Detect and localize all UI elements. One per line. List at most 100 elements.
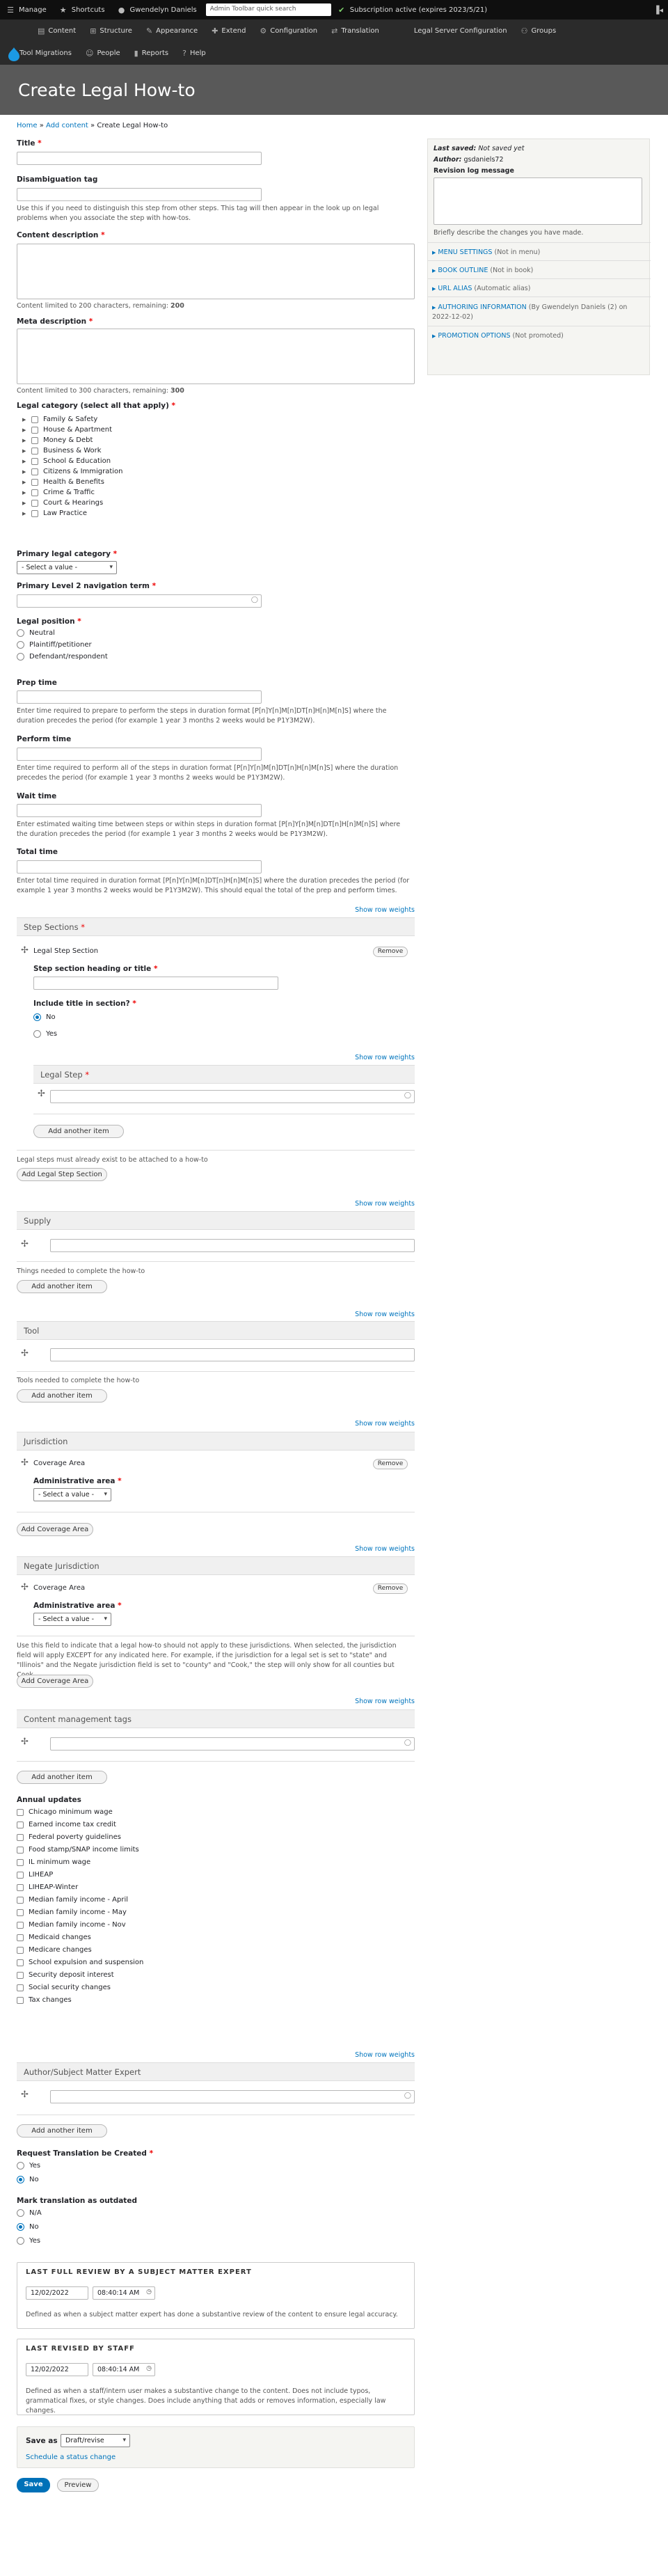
drag-handle-icon[interactable]: ✢ [21, 1737, 29, 1747]
show-row-weights-link[interactable]: Show row weights [355, 2051, 415, 2059]
checkbox[interactable] [17, 1871, 24, 1879]
radio[interactable] [17, 629, 24, 637]
checkbox[interactable] [31, 457, 38, 465]
promotion-options-toggle[interactable]: ▶ PROMOTION OPTIONS (Not promoted) [428, 326, 651, 345]
legal-category-item[interactable]: ▶ House & Apartment [22, 425, 123, 435]
save-as-select[interactable]: Draft/revise [61, 2434, 130, 2447]
radio[interactable] [17, 2176, 24, 2183]
url-alias-label[interactable]: URL ALIAS [438, 285, 472, 292]
drag-handle-icon[interactable]: ✢ [21, 2089, 29, 2100]
annual-update-item[interactable]: Social security changes [17, 1984, 143, 1991]
checkbox[interactable] [17, 1896, 24, 1904]
radio[interactable] [17, 2162, 24, 2170]
book-outline-toggle[interactable]: ▶ BOOK OUTLINE (Not in book) [428, 260, 651, 280]
checkbox[interactable] [17, 1858, 24, 1866]
menu-reports[interactable]: ▮ Reports [127, 45, 175, 61]
add-another-tag-button[interactable]: Add another item [17, 1771, 107, 1784]
annual-update-item[interactable]: IL minimum wage [17, 1858, 143, 1866]
checkbox[interactable] [17, 1921, 24, 1929]
show-row-weights-link[interactable]: Show row weights [355, 1420, 415, 1428]
save-button[interactable]: Save [17, 2478, 50, 2492]
menu-configuration[interactable]: ⚙ Configuration [253, 23, 324, 38]
url-alias-toggle[interactable]: ▶ URL ALIAS (Automatic alias) [428, 278, 651, 298]
annual-update-item[interactable]: Earned income tax credit [17, 1821, 143, 1828]
checkbox[interactable] [31, 509, 38, 517]
annual-update-item[interactable]: Tax changes [17, 1996, 143, 2004]
manage-tab[interactable]: ☰ Manage [0, 0, 53, 19]
last-revised-date-input[interactable]: 12/02/2022 [26, 2363, 88, 2376]
checkbox[interactable] [31, 468, 38, 475]
annual-update-item[interactable]: Median family income - Nov [17, 1921, 143, 1929]
menu-legal-server-configuration[interactable]: Legal Server Configuration [407, 23, 514, 38]
checkbox[interactable] [17, 1946, 24, 1954]
menu-people[interactable]: ☺ People [79, 45, 127, 61]
annual-update-item[interactable]: Median family income - May [17, 1909, 143, 1916]
radio[interactable] [17, 2209, 24, 2217]
authoring-information-toggle[interactable]: ▶ AUTHORING INFORMATION (By Gwendelyn Dan… [428, 297, 651, 327]
menu-translation[interactable]: ⇄ Translation [324, 23, 386, 38]
include-title-no[interactable]: No [33, 1013, 56, 1021]
legal-position-option[interactable]: Plaintiff/petitioner [17, 641, 108, 649]
legal-position-option[interactable]: Neutral [17, 629, 108, 637]
annual-update-item[interactable]: Medicaid changes [17, 1934, 143, 1941]
checkbox[interactable] [17, 1808, 24, 1816]
disambiguation-input[interactable] [17, 188, 262, 201]
show-row-weights-link[interactable]: Show row weights [355, 906, 415, 914]
primary-legal-category-select[interactable]: - Select a value - [17, 561, 117, 574]
shortcuts-tab[interactable]: ★ Shortcuts [53, 0, 111, 19]
annual-update-item[interactable]: Chicago minimum wage [17, 1808, 143, 1816]
administrative-area-select[interactable]: - Select a value - [33, 1613, 111, 1626]
toolbar-orientation-toggle[interactable]: ▐◂ [647, 0, 668, 19]
supply-input[interactable] [50, 1239, 415, 1252]
radio[interactable] [17, 653, 24, 661]
menu-help[interactable]: ? Help [175, 45, 213, 61]
drag-handle-icon[interactable]: ✢ [21, 1239, 29, 1249]
drag-handle-icon[interactable]: ✢ [38, 1089, 45, 1099]
legal-position-option[interactable]: Defendant/respondent [17, 653, 108, 661]
checkbox[interactable] [17, 1883, 24, 1891]
show-row-weights-link[interactable]: Show row weights [355, 1311, 415, 1318]
checkbox[interactable] [31, 499, 38, 507]
title-input[interactable] [17, 152, 262, 165]
checkbox[interactable] [17, 1996, 24, 2004]
legal-category-item[interactable]: ▶ Crime & Traffic [22, 487, 123, 498]
checkbox[interactable] [17, 1833, 24, 1841]
user-tab[interactable]: ● Gwendelyn Daniels [111, 0, 203, 19]
remove-button[interactable]: Remove [373, 1459, 408, 1469]
preview-button[interactable]: Preview [57, 2479, 99, 2492]
add-coverage-area-button[interactable]: Add Coverage Area [17, 1675, 93, 1688]
checkbox[interactable] [17, 1846, 24, 1854]
checkbox[interactable] [17, 1971, 24, 1979]
radio[interactable] [33, 1013, 41, 1021]
author-sme-autocomplete[interactable]: ◯ [50, 2090, 415, 2103]
add-legal-step-section-button[interactable]: Add Legal Step Section [17, 1168, 107, 1181]
legal-category-item[interactable]: ▶ School & Education [22, 456, 123, 466]
annual-update-item[interactable]: Median family income - April [17, 1896, 143, 1904]
book-outline-label[interactable]: BOOK OUTLINE [438, 267, 488, 274]
schedule-status-link[interactable]: Schedule a status change [26, 2453, 116, 2461]
last-revised-time-input[interactable]: 08:40:14 AM ◷ [93, 2363, 155, 2376]
drag-handle-icon[interactable]: ✢ [21, 1457, 29, 1468]
radio[interactable] [17, 641, 24, 649]
breadcrumb-home[interactable]: Home [17, 122, 38, 129]
legal-step-autocomplete[interactable]: ◯ [50, 1090, 415, 1103]
checkbox[interactable] [31, 478, 38, 486]
add-coverage-area-button[interactable]: Add Coverage Area [17, 1523, 93, 1536]
request-translation-yes[interactable]: Yes [17, 2162, 40, 2170]
checkbox[interactable] [17, 1934, 24, 1941]
annual-update-item[interactable]: Medicare changes [17, 1946, 143, 1954]
mark-outdated-na[interactable]: N/A [17, 2209, 42, 2217]
mark-outdated-yes[interactable]: Yes [17, 2237, 40, 2245]
checkbox[interactable] [31, 416, 38, 423]
checkbox[interactable] [31, 447, 38, 455]
meta-description-textarea[interactable] [17, 329, 415, 384]
content-tags-autocomplete[interactable]: ◯ [50, 1737, 415, 1751]
perform-time-input[interactable] [17, 748, 262, 761]
authoring-information-label[interactable]: AUTHORING INFORMATION [438, 303, 526, 311]
prep-time-input[interactable] [17, 690, 262, 704]
step-heading-input[interactable] [33, 977, 278, 990]
breadcrumb-add-content[interactable]: Add content [46, 122, 88, 129]
remove-button[interactable]: Remove [373, 1583, 408, 1594]
checkbox[interactable] [17, 1959, 24, 1966]
toolbar-search-input[interactable]: Admin Toolbar quick search [205, 3, 331, 16]
